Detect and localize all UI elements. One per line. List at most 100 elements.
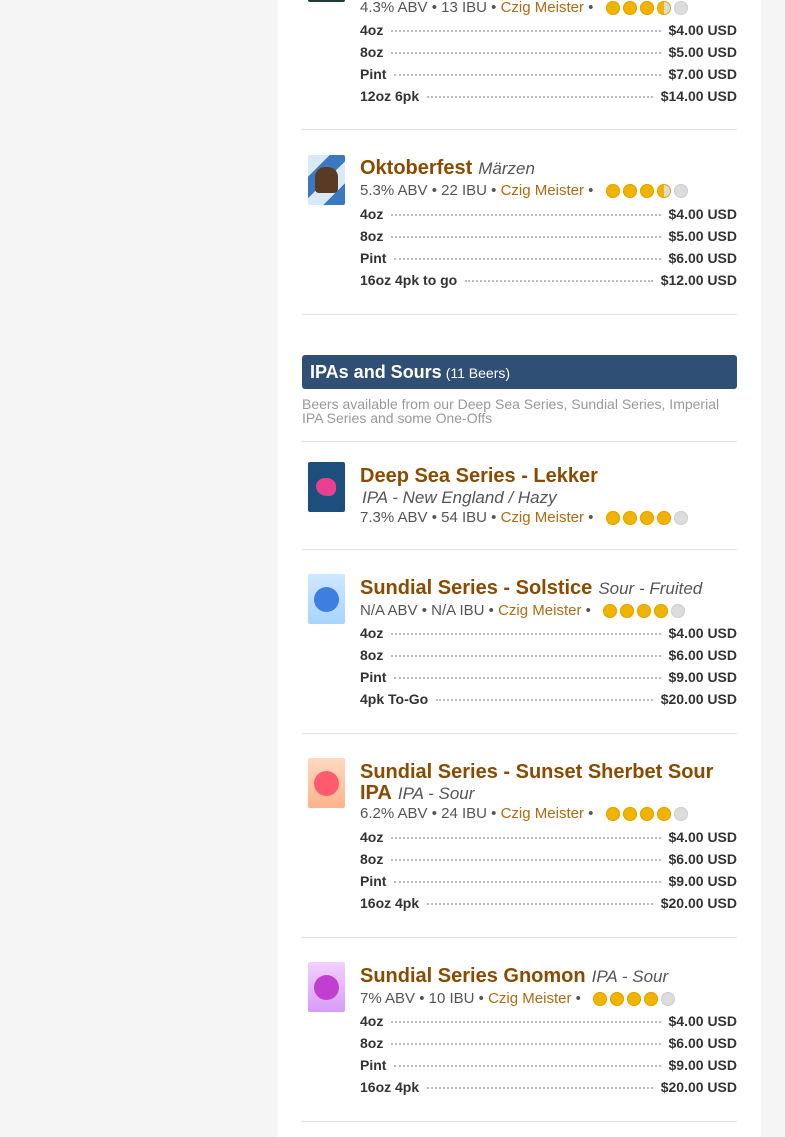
beer-item: Deep Sea Series - Lekker IPA - New Engla… — [302, 442, 737, 549]
beer-item: 4.3% ABV • 13 IBU • Czig Meister • 4oz $4… — [302, 0, 737, 128]
brewery-link[interactable]: Czig Meister — [501, 805, 584, 822]
serving-size: 8oz — [360, 647, 384, 663]
abv: 5.3% ABV — [360, 182, 428, 199]
dot-leader — [394, 1065, 661, 1067]
price-row: 12oz 6pk $14.00 USD — [360, 88, 737, 110]
price-row: 16oz 4pk $20.00 USD — [360, 895, 737, 917]
dot-leader — [391, 859, 661, 861]
price: $20.00 USD — [660, 691, 737, 707]
brewery-link[interactable]: Czig Meister — [501, 182, 584, 199]
beer-style: Märzen — [478, 159, 535, 178]
abv: 7.3% ABV — [360, 509, 428, 526]
price-list: 4oz $4.00 USD 8oz $5.00 USD Pint $7.00 USD … — [360, 22, 737, 110]
price-row: 8oz $6.00 USD — [360, 647, 737, 669]
empty-star-icon — [673, 510, 688, 525]
abv: 7% ABV — [360, 990, 416, 1007]
star-icon — [644, 991, 659, 1006]
dot-leader — [391, 837, 661, 839]
price-row: 8oz $6.00 USD — [360, 1035, 737, 1057]
serving-size: 4oz — [360, 625, 384, 641]
dot-leader — [427, 903, 653, 905]
divider — [302, 314, 737, 315]
price: $9.00 USD — [668, 669, 737, 685]
price-row: Pint $9.00 USD — [360, 873, 737, 895]
beer-item: Sundial Series Gnomon IPA - Sour 7% ABV •… — [302, 938, 737, 1121]
price-row: 16oz 4pk to go $12.00 USD — [360, 272, 737, 294]
brewery-link[interactable]: Czig Meister — [501, 0, 584, 16]
star-icon — [605, 183, 620, 198]
price: $20.00 USD — [660, 895, 737, 911]
beer-item: Sundial Series - Solstice Sour - Fruited … — [302, 550, 737, 733]
empty-star-icon — [673, 0, 688, 15]
price-row: 8oz $5.00 USD — [360, 44, 737, 66]
menu-content: 4.3% ABV • 13 IBU • Czig Meister • 4oz $4… — [302, 0, 737, 1137]
dot-leader — [427, 96, 653, 98]
empty-star-icon — [673, 183, 688, 198]
section-beer-count: (11 Beers) — [445, 365, 511, 381]
serving-size: 4oz — [360, 206, 384, 222]
beer-item: Oktoberfest Märzen 5.3% ABV • 22 IBU • Cz… — [302, 130, 737, 314]
dot-leader — [391, 1021, 661, 1023]
star-icon — [654, 603, 669, 618]
beer-label-image[interactable] — [308, 962, 345, 1012]
price-row: 4oz $4.00 USD — [360, 22, 737, 44]
serving-size: 8oz — [360, 44, 384, 60]
oktoberfest-barrel-icon — [315, 167, 338, 193]
beer-info: 4.3% ABV • 13 IBU • Czig Meister • — [360, 0, 737, 17]
serving-size: 4oz — [360, 22, 384, 38]
dot-leader — [394, 677, 661, 679]
beer-meta: 7% ABV • 10 IBU • Czig Meister • — [360, 989, 737, 1008]
star-icon — [622, 0, 637, 15]
beer-meta: 7.3% ABV • 54 IBU • Czig Meister • — [360, 508, 737, 527]
star-icon — [639, 0, 654, 15]
beer-style: IPA - New England / Hazy — [362, 488, 557, 507]
beer-label-image[interactable] — [308, 758, 345, 808]
price-row: Pint $9.00 USD — [360, 669, 737, 691]
dot-leader — [436, 699, 653, 701]
beer-label-image[interactable] — [308, 155, 345, 205]
price: $4.00 USD — [668, 829, 737, 845]
brewery-link[interactable]: Czig Meister — [488, 990, 571, 1007]
beer-meta: N/A ABV • N/A IBU • Czig Meister • — [360, 601, 737, 620]
price: $9.00 USD — [668, 873, 737, 889]
star-icon — [639, 806, 654, 821]
price-list: 4oz $4.00 USD 8oz $6.00 USD Pint $9.00 USD … — [360, 1013, 737, 1101]
price-row: Pint $7.00 USD — [360, 66, 737, 88]
serving-size: 8oz — [360, 1035, 384, 1051]
ibu: 24 IBU — [441, 805, 487, 822]
beer-name[interactable]: Oktoberfest — [360, 157, 472, 179]
beer-name[interactable]: Sundial Series Gnomon — [360, 965, 586, 987]
brewery-link[interactable]: Czig Meister — [498, 602, 581, 619]
rating-stars — [603, 601, 688, 620]
beer-info: Sundial Series - Sunset Sherbet Sour IPA… — [360, 762, 737, 823]
star-icon — [656, 510, 671, 525]
serving-size: 4pk To-Go — [360, 691, 429, 707]
star-icon — [605, 806, 620, 821]
section-title: IPAs and Sours — [310, 362, 442, 382]
star-icon — [605, 0, 620, 15]
ibu: 13 IBU — [441, 0, 487, 16]
beer-label-image[interactable] — [308, 462, 345, 512]
beer-name[interactable]: Sundial Series - Solstice — [360, 577, 592, 599]
beer-label-image[interactable] — [308, 574, 345, 624]
beer-style-line: IPA - New England / Hazy — [360, 487, 737, 508]
ibu: 22 IBU — [441, 182, 487, 199]
rating-stars — [593, 989, 678, 1008]
price: $14.00 USD — [660, 88, 737, 104]
beer-label-image[interactable] — [308, 0, 345, 2]
dot-leader — [394, 881, 661, 883]
brewery-link[interactable]: Czig Meister — [501, 509, 584, 526]
rating-stars — [605, 804, 691, 823]
beer-style: IPA - Sour — [397, 784, 475, 803]
serving-size: 8oz — [360, 228, 384, 244]
empty-star-icon — [671, 603, 686, 618]
price-row: 16oz 4pk $20.00 USD — [360, 1079, 737, 1101]
sun-icon — [314, 975, 339, 1000]
serving-size: Pint — [360, 66, 387, 82]
dot-leader — [391, 52, 661, 54]
star-icon — [603, 603, 618, 618]
serving-size: 16oz 4pk — [360, 895, 420, 911]
beer-meta: 5.3% ABV • 22 IBU • Czig Meister • — [360, 181, 737, 200]
beer-name[interactable]: Deep Sea Series - Lekker — [360, 465, 598, 487]
sun-icon — [314, 771, 339, 796]
